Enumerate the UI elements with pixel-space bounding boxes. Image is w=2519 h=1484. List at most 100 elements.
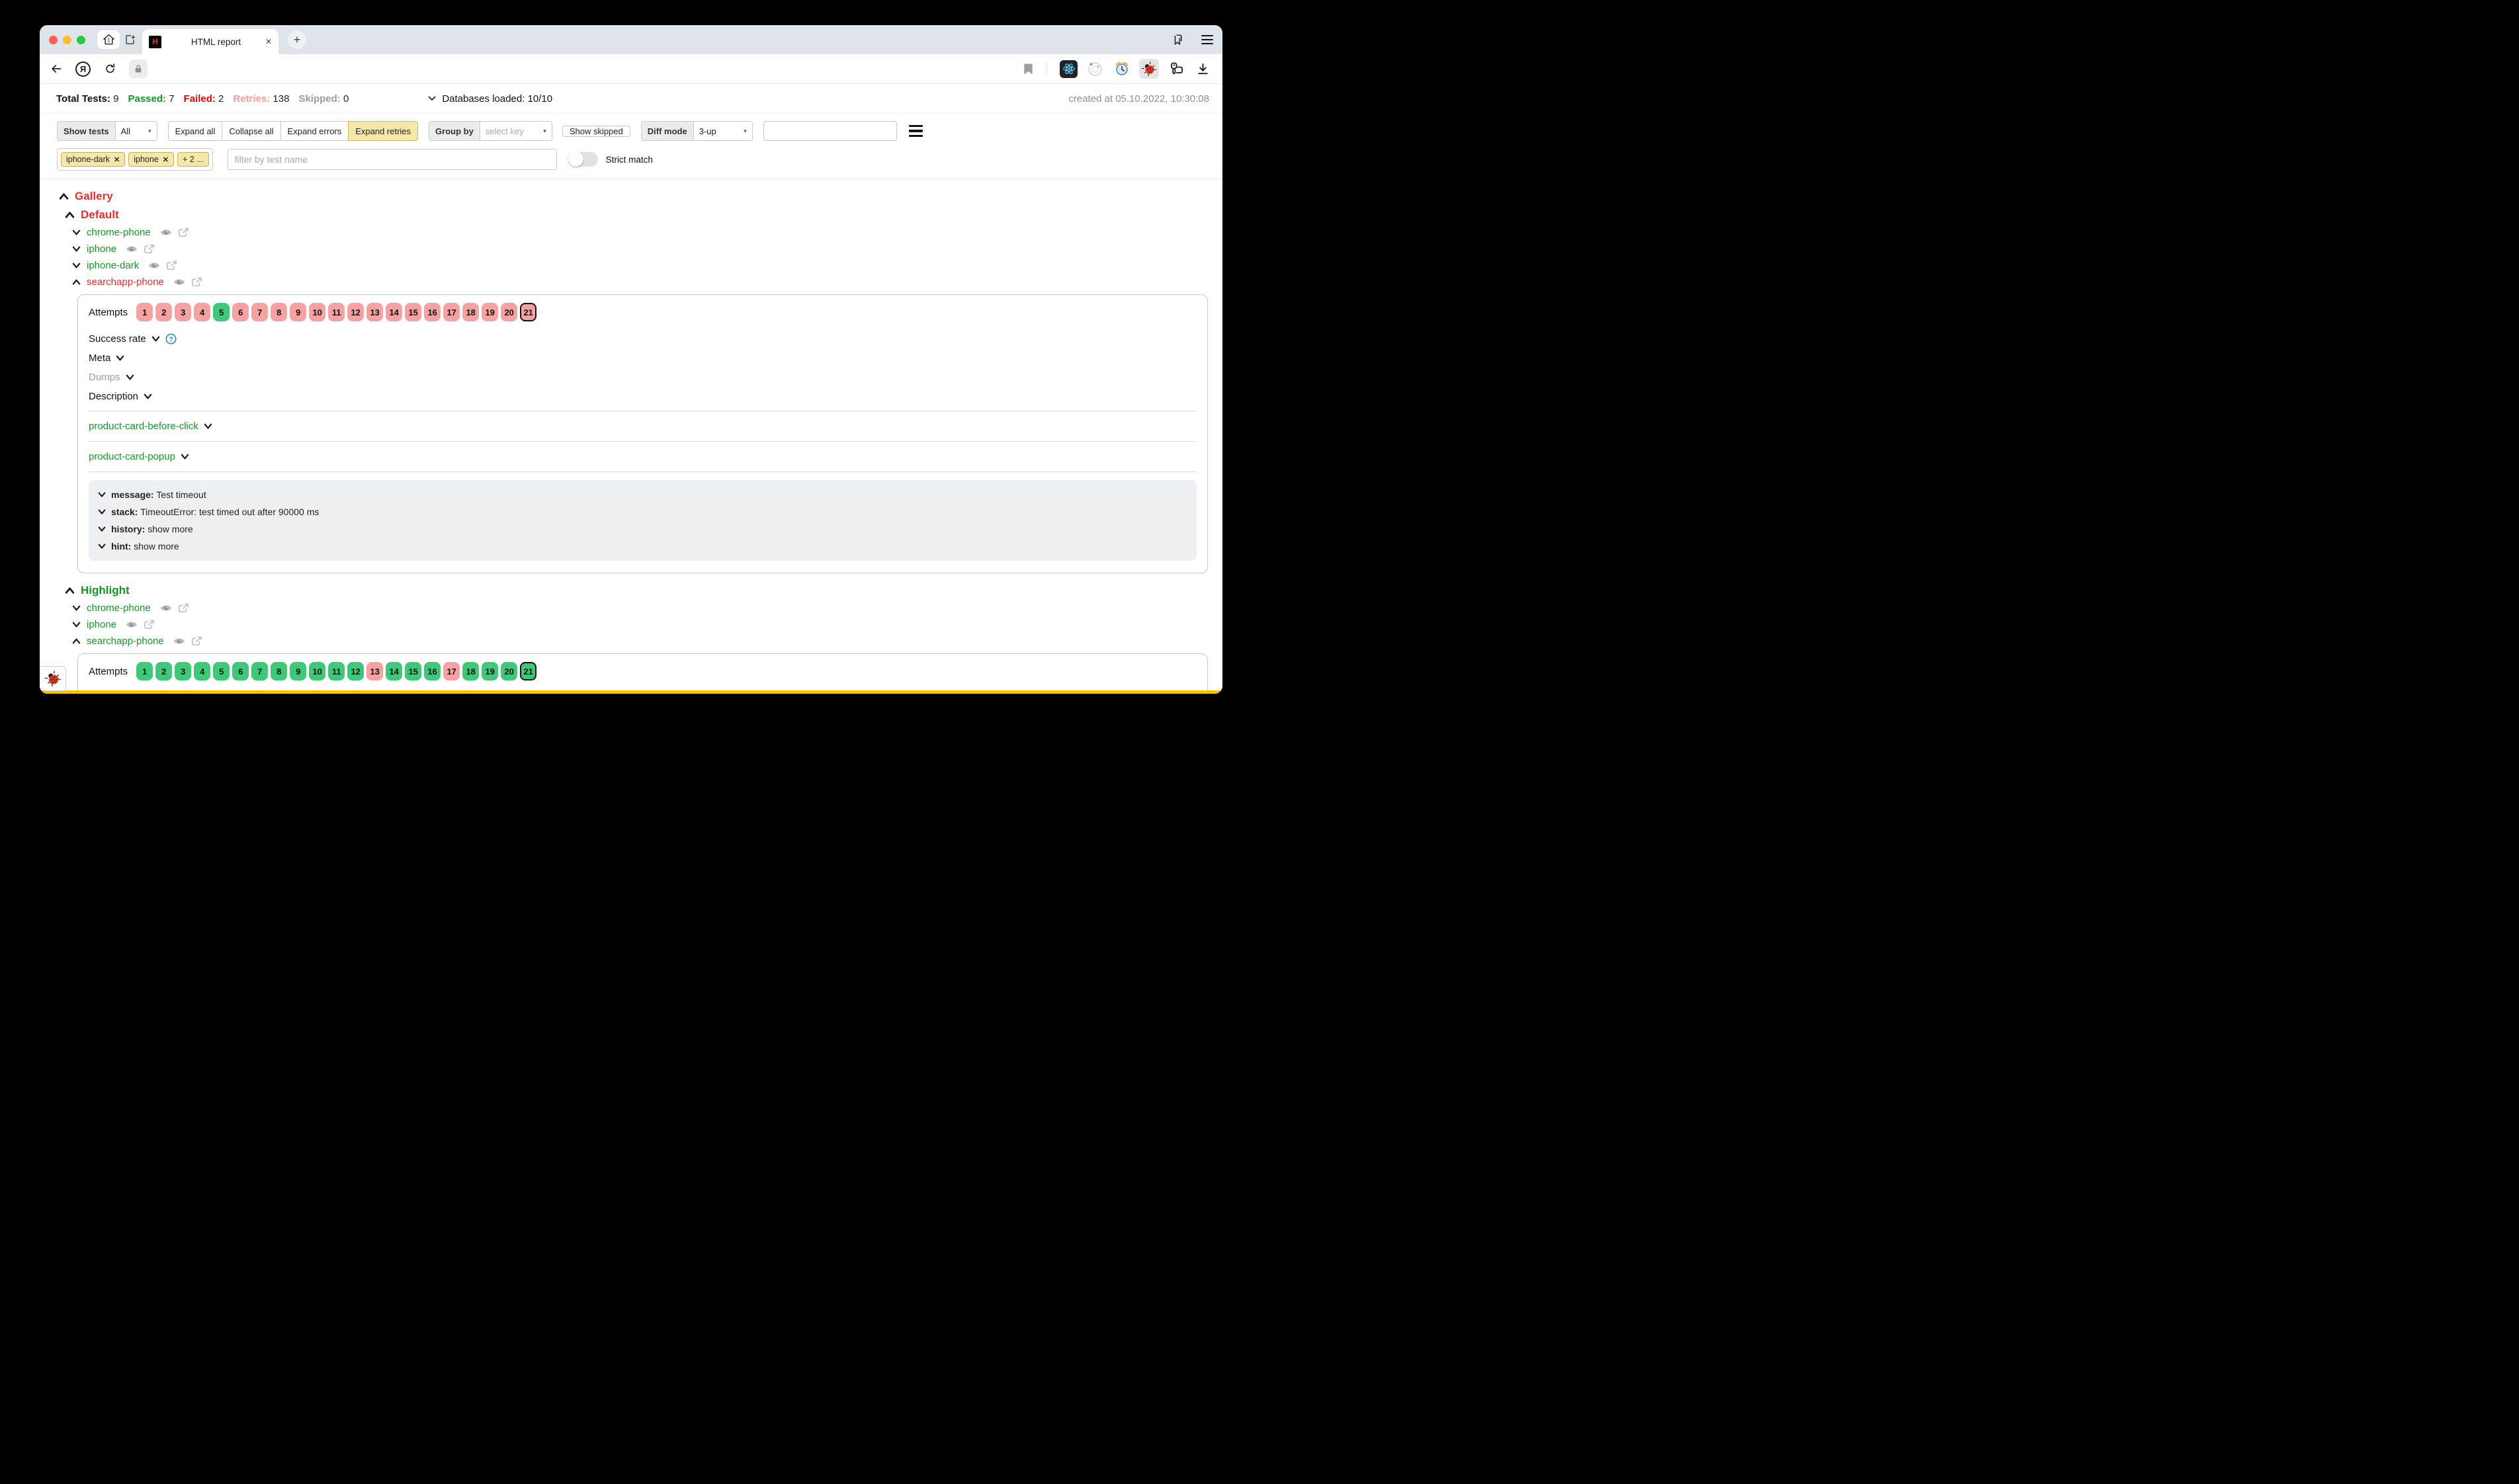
zoom-window-button[interactable] bbox=[77, 36, 85, 44]
suite-gallery[interactable]: Gallery bbox=[40, 187, 1222, 206]
search-input[interactable] bbox=[763, 121, 897, 141]
browser-row-iphone[interactable]: iphone bbox=[40, 616, 1222, 633]
attempt-pill-17[interactable]: 17 bbox=[443, 662, 460, 680]
attempt-pill-6[interactable]: 6 bbox=[232, 662, 249, 680]
bug-overlay-button[interactable] bbox=[40, 666, 66, 691]
attempt-pill-18[interactable]: 18 bbox=[462, 303, 479, 321]
close-window-button[interactable] bbox=[49, 36, 58, 44]
attempt-pill-8[interactable]: 8 bbox=[271, 303, 287, 321]
filter-chip[interactable]: iphone-dark✕ bbox=[61, 152, 125, 167]
attempt-pill-1[interactable]: 1 bbox=[136, 303, 153, 321]
filter-chip[interactable]: iphone✕ bbox=[128, 152, 174, 167]
view-eye-icon[interactable] bbox=[160, 228, 172, 237]
home-tab-button[interactable]: 1 bbox=[97, 30, 120, 49]
attempt-pill-9[interactable]: 9 bbox=[290, 303, 306, 321]
attempt-pill-16[interactable]: 16 bbox=[424, 303, 441, 321]
view-eye-icon[interactable] bbox=[148, 261, 160, 270]
view-eye-icon[interactable] bbox=[126, 245, 138, 253]
share-icon[interactable] bbox=[178, 603, 189, 613]
attempt-pill-8[interactable]: 8 bbox=[271, 662, 287, 680]
collapse-all-button[interactable]: Collapse all bbox=[222, 121, 280, 141]
password-manager-extension-icon[interactable] bbox=[1168, 60, 1185, 78]
report-menu-icon[interactable] bbox=[909, 125, 923, 137]
databases-loaded[interactable]: Databases loaded: 10/10 bbox=[428, 93, 552, 104]
share-icon[interactable] bbox=[144, 620, 155, 630]
view-eye-icon[interactable] bbox=[126, 620, 138, 629]
attempt-pill-14[interactable]: 14 bbox=[386, 662, 402, 680]
attempt-pill-19[interactable]: 19 bbox=[482, 303, 498, 321]
alarm-extension-icon[interactable] bbox=[1113, 60, 1131, 78]
share-icon[interactable] bbox=[178, 227, 189, 237]
error-hint-row[interactable]: hint: show more bbox=[98, 538, 1187, 555]
state-product-card-before-click[interactable]: product-card-before-click bbox=[89, 411, 1197, 441]
attempt-pill-21[interactable]: 21 bbox=[520, 303, 536, 321]
attempt-pill-15[interactable]: 15 bbox=[405, 303, 421, 321]
attempt-pill-14[interactable]: 14 bbox=[386, 303, 402, 321]
attempt-pill-17[interactable]: 17 bbox=[443, 303, 460, 321]
browser-row-searchapp-phone[interactable]: searchapp-phone bbox=[40, 274, 1222, 290]
attempt-pill-11[interactable]: 11 bbox=[328, 303, 345, 321]
error-message-row[interactable]: message: Test timeout bbox=[98, 486, 1187, 503]
attempt-pill-3[interactable]: 3 bbox=[175, 303, 191, 321]
attempt-pill-10[interactable]: 10 bbox=[309, 662, 325, 680]
browser-row-chrome-phone[interactable]: chrome-phone bbox=[40, 600, 1222, 616]
attempt-pill-4[interactable]: 4 bbox=[194, 662, 210, 680]
filter-by-test-name-input[interactable] bbox=[228, 149, 557, 170]
dumps-row[interactable]: Dumps bbox=[89, 368, 1197, 387]
minimize-window-button[interactable] bbox=[63, 36, 71, 44]
refresh-button[interactable] bbox=[100, 60, 120, 78]
new-tab-button[interactable]: + bbox=[288, 30, 306, 49]
share-icon[interactable] bbox=[191, 636, 202, 646]
attempt-pill-19[interactable]: 19 bbox=[482, 662, 498, 680]
attempt-pill-6[interactable]: 6 bbox=[232, 303, 249, 321]
attempt-pill-9[interactable]: 9 bbox=[290, 662, 306, 680]
attempt-pill-13[interactable]: 13 bbox=[366, 662, 383, 680]
remove-chip-icon[interactable]: ✕ bbox=[114, 155, 120, 164]
yandex-button[interactable]: Я bbox=[75, 62, 91, 77]
attempt-pill-18[interactable]: 18 bbox=[462, 662, 479, 680]
meta-row[interactable]: Meta bbox=[89, 349, 1197, 368]
browser-row-searchapp-phone[interactable]: searchapp-phone bbox=[40, 633, 1222, 649]
error-history-row[interactable]: history: show more bbox=[98, 520, 1187, 538]
view-eye-icon[interactable] bbox=[173, 637, 185, 645]
browser-tab[interactable]: H HTML report ✕ bbox=[142, 29, 278, 54]
state-product-card-popup[interactable]: product-card-popup bbox=[89, 442, 1197, 472]
tab-close-icon[interactable]: ✕ bbox=[265, 37, 272, 46]
show-skipped-button[interactable]: Show skipped bbox=[562, 126, 630, 137]
back-button[interactable] bbox=[46, 60, 66, 78]
bug-extension-icon[interactable] bbox=[1139, 59, 1159, 79]
view-eye-icon[interactable] bbox=[160, 604, 172, 612]
attempt-pill-5[interactable]: 5 bbox=[213, 303, 230, 321]
remove-chip-icon[interactable]: ✕ bbox=[163, 155, 169, 164]
expand-errors-button[interactable]: Expand errors bbox=[280, 121, 349, 141]
expand-all-button[interactable]: Expand all bbox=[168, 121, 223, 141]
download-button[interactable] bbox=[1194, 60, 1212, 78]
attempt-pill-13[interactable]: 13 bbox=[366, 303, 383, 321]
attempt-pill-5[interactable]: 5 bbox=[213, 662, 230, 680]
filter-chip-more[interactable]: + 2 ... bbox=[177, 152, 209, 167]
bookmark-icon[interactable] bbox=[1023, 63, 1034, 75]
suite-highlight[interactable]: Highlight bbox=[40, 581, 1222, 600]
error-stack-row[interactable]: stack: TimeoutError: test timed out afte… bbox=[98, 503, 1187, 520]
new-window-button[interactable] bbox=[120, 30, 140, 49]
suite-default[interactable]: Default bbox=[40, 206, 1222, 224]
attempt-pill-10[interactable]: 10 bbox=[309, 303, 325, 321]
strict-match-toggle[interactable] bbox=[568, 152, 598, 167]
attempt-pill-3[interactable]: 3 bbox=[175, 662, 191, 680]
success-rate-row[interactable]: Success rate ? bbox=[89, 329, 1197, 349]
attempt-pill-7[interactable]: 7 bbox=[251, 303, 268, 321]
expand-retries-button[interactable]: Expand retries bbox=[348, 121, 418, 141]
attempt-pill-12[interactable]: 12 bbox=[347, 303, 364, 321]
share-icon[interactable] bbox=[191, 277, 202, 287]
browser-row-iphone-dark[interactable]: iphone-dark bbox=[40, 257, 1222, 274]
view-eye-icon[interactable] bbox=[173, 278, 185, 286]
orbit-extension-icon[interactable] bbox=[1086, 60, 1104, 78]
attempt-pill-20[interactable]: 20 bbox=[501, 303, 517, 321]
react-devtools-extension-icon[interactable] bbox=[1060, 60, 1078, 78]
show-tests-select[interactable]: All▾ bbox=[116, 122, 157, 140]
attempt-pill-7[interactable]: 7 bbox=[251, 662, 268, 680]
bookmarks-panel-icon[interactable] bbox=[1171, 32, 1185, 47]
help-icon[interactable]: ? bbox=[165, 333, 177, 345]
description-row[interactable]: Description bbox=[89, 387, 1197, 406]
site-security-button[interactable] bbox=[129, 60, 148, 78]
